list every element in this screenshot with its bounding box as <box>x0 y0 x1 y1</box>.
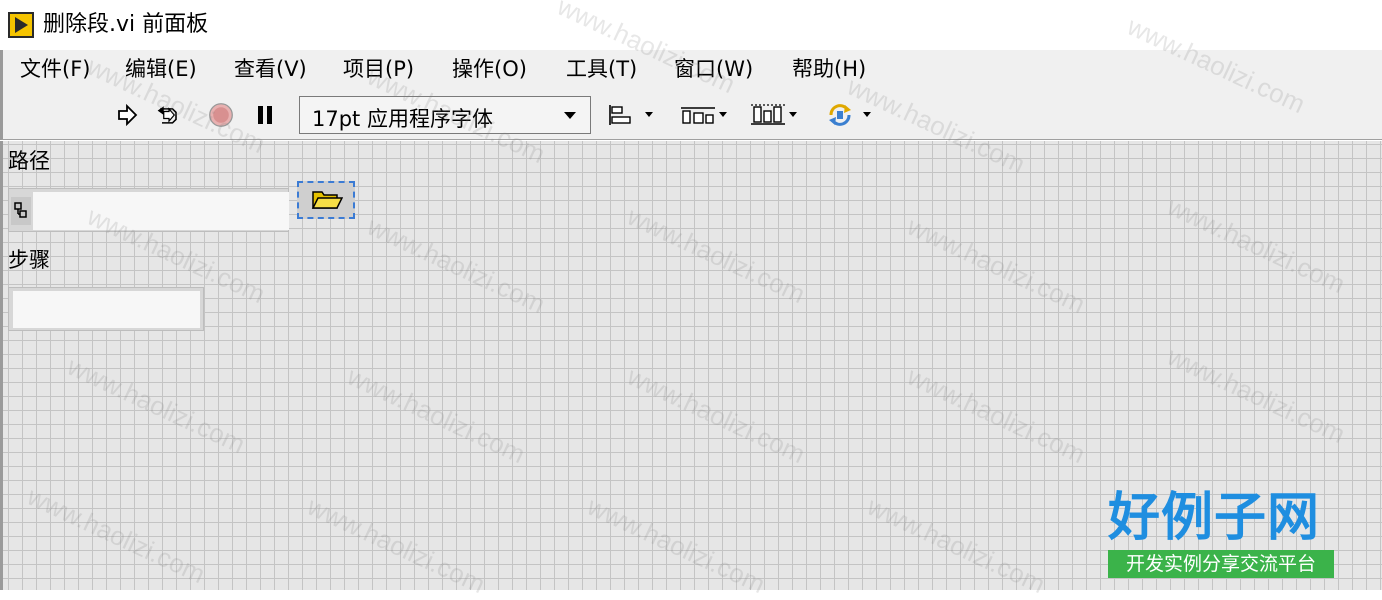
distribute-dropdown-icon[interactable] <box>719 112 727 117</box>
menu-bar: 文件(F) 编辑(E) 查看(V) 项目(P) 操作(O) 工具(T) 窗口(W… <box>0 50 1382 90</box>
resize-objects-icon[interactable] <box>749 102 787 128</box>
menu-operate[interactable]: 操作(O) <box>450 56 529 82</box>
align-objects-icon[interactable] <box>607 102 643 128</box>
step-control[interactable] <box>8 287 204 331</box>
path-control[interactable] <box>8 188 289 232</box>
browse-button[interactable] <box>297 181 355 219</box>
folder-open-icon <box>311 191 343 209</box>
window-title: 删除段.vi 前面板 <box>43 12 209 37</box>
toolbar: 17pt 应用程序字体 <box>0 90 1382 140</box>
step-input[interactable] <box>13 291 200 328</box>
pause-icon[interactable] <box>252 102 280 128</box>
resize-dropdown-icon[interactable] <box>789 112 797 117</box>
reorder-icon[interactable] <box>823 102 859 128</box>
menu-help[interactable]: 帮助(H) <box>790 56 868 82</box>
labview-vi-icon <box>8 12 34 38</box>
abort-stop-icon[interactable] <box>207 102 235 128</box>
font-select[interactable]: 17pt 应用程序字体 <box>299 96 591 134</box>
step-label: 步骤 <box>8 248 50 272</box>
menu-view[interactable]: 查看(V) <box>232 56 309 82</box>
path-label: 路径 <box>8 149 50 173</box>
path-type-icon <box>11 197 31 225</box>
run-continuous-icon[interactable] <box>155 102 183 128</box>
menu-edit[interactable]: 编辑(E) <box>123 56 199 82</box>
font-select-value: 17pt 应用程序字体 <box>312 107 493 131</box>
distribute-objects-icon[interactable] <box>679 102 717 128</box>
watermark-logo-subtitle: 开发实例分享交流平台 <box>1108 550 1334 578</box>
chevron-down-icon <box>564 112 576 119</box>
watermark-logo-title: 好例子网 <box>1108 488 1321 548</box>
align-dropdown-icon[interactable] <box>645 112 653 117</box>
menu-window[interactable]: 窗口(W) <box>672 56 755 82</box>
title-bar: 删除段.vi 前面板 <box>0 0 1382 50</box>
path-input[interactable] <box>33 192 289 230</box>
run-arrow-icon[interactable] <box>113 102 141 128</box>
reorder-dropdown-icon[interactable] <box>863 112 871 117</box>
menu-project[interactable]: 项目(P) <box>341 56 416 82</box>
menu-file[interactable]: 文件(F) <box>18 56 92 82</box>
menu-tools[interactable]: 工具(T) <box>564 56 639 82</box>
